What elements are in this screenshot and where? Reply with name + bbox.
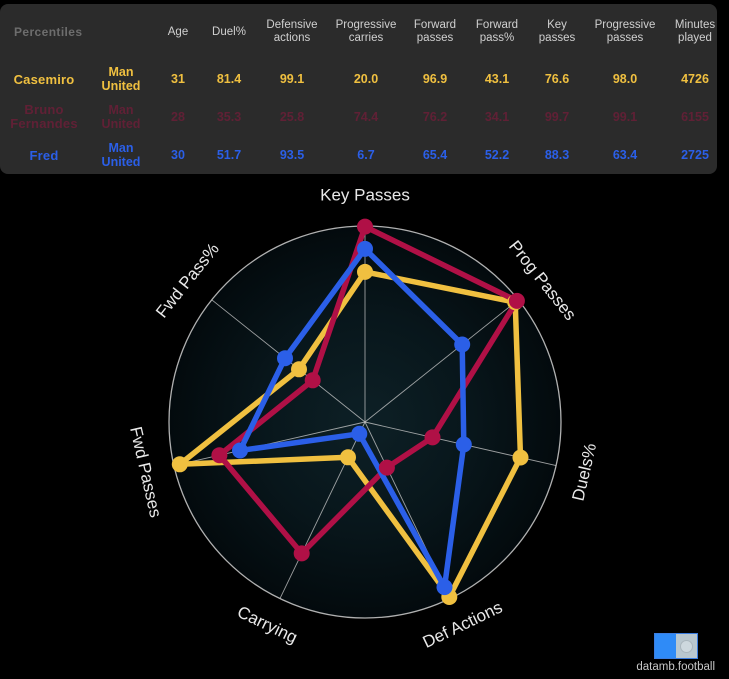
stat-cell: 6155 [681,110,709,124]
radar-data-point [357,218,373,235]
column-header-minutes-played: Minutes played [674,19,716,44]
radar-axis-label: Carrying [234,602,300,647]
radar-data-point [340,449,356,466]
team-line2: United [101,79,141,93]
radar-data-point [304,372,321,389]
team-name-cell: Man United [88,60,154,98]
stat-cell: 76.6 [544,72,570,86]
stat-cell: 76.2 [422,110,448,124]
team-name-cell: Man United [88,136,154,174]
column-header-key-passes: Key passes [538,19,576,44]
radar-data-point [455,436,472,453]
stat-cell: 34.1 [484,110,510,124]
column-header-progressive-passes: Progressive passes [594,19,656,44]
stat-cell: 74.4 [353,110,379,124]
radar-data-point [171,456,188,473]
radar-axis-label: Duels% [569,441,601,502]
radar-axis-label: Fwd Passes [126,425,165,520]
stat-cell: 31 [171,72,185,86]
column-header-forward-pass-pct: Forward pass% [475,19,519,44]
logo-right-half [675,634,697,658]
stat-cell: 99.1 [612,110,638,124]
table-body: Casemiro Man United 31 81.4 99.1 20.0 96.9 43.1 7… [0,60,729,174]
stat-cell: 28 [171,110,185,124]
stat-cell: 2725 [681,148,709,162]
stat-cell: 93.5 [279,148,305,162]
radar-data-point [291,361,307,378]
table-row[interactable]: Fred Man United 30 51.7 93.5 6.7 65.4 52.2 88.3 63… [0,136,729,174]
column-header-age: Age [167,25,189,38]
stat-cell: 65.4 [422,148,448,162]
radar-data-point [454,336,471,353]
logo-left-half [654,634,676,658]
stat-cell: 63.4 [612,148,638,162]
team-line1: Man [108,141,134,155]
player-name-line2: Fernandes [10,116,78,131]
radar-data-point [357,263,373,280]
player-name-cell: Casemiro [13,71,75,87]
radar-data-point [232,442,248,459]
stat-cell: 98.0 [612,72,638,86]
radar-data-point [293,545,310,562]
stat-cell: 4726 [681,72,709,86]
radar-data-point [351,425,368,442]
player-name-cell: Bruno Fernandes [0,98,88,136]
team-name-cell: Man United [88,98,154,136]
percentile-table-panel: Percentiles Age Duel% Defensive actions … [0,4,717,174]
radar-axis-label: Key Passes [320,185,410,204]
stat-cell: 35.3 [216,110,242,124]
radar-data-point [211,447,228,464]
stat-cell: 99.1 [279,72,305,86]
column-header-forward-passes: Forward passes [413,19,457,44]
radar-data-point [277,350,293,367]
team-line2: United [101,155,141,169]
credit-block: datamb.football [636,633,715,673]
stat-cell: 81.4 [216,72,242,86]
radar-data-point [357,240,373,257]
column-header-progressive-carries: Progressive carries [335,19,397,44]
radar-chart: Key Passes Prog Passes Duels% Def Actions Ca… [0,176,729,679]
player-name-line1: Bruno [24,102,64,117]
team-line1: Man [108,65,134,79]
table-header: Percentiles Age Duel% Defensive actions … [0,4,729,60]
datamb-logo-icon[interactable] [653,633,698,659]
team-line1: Man [108,103,134,117]
column-header-defensive-actions: Defensive actions [266,19,318,44]
stat-cell: 99.7 [544,110,570,124]
radar-data-point [512,449,529,466]
table-corner-label: Percentiles [14,24,83,39]
stat-cell: 51.7 [216,148,242,162]
stat-cell: 30 [171,148,185,162]
stat-cell: 43.1 [484,72,510,86]
stat-cell: 20.0 [353,72,379,86]
player-name-cell: Fred [29,147,59,163]
stat-cell: 88.3 [544,148,570,162]
stat-cell: 6.7 [357,148,375,162]
table-row[interactable]: Casemiro Man United 31 81.4 99.1 20.0 96.9 43.1 7… [0,60,729,98]
radar-data-point [424,429,441,446]
column-header-duel-pct: Duel% [212,25,246,38]
stat-cell: 96.9 [422,72,448,86]
stat-cell: 52.2 [484,148,510,162]
percentile-table: Percentiles Age Duel% Defensive actions … [0,4,729,174]
radar-plot-area [168,225,562,619]
radar-data-point [436,579,453,596]
stat-cell: 25.8 [279,110,305,124]
credit-text: datamb.football [636,661,715,673]
table-header-row: Percentiles Age Duel% Defensive actions … [0,4,729,60]
team-line2: United [101,117,141,131]
radar-data-point [508,292,525,309]
table-row[interactable]: Bruno Fernandes Man United 28 35.3 25.8 74.4 76.… [0,98,729,136]
radar-data-point [378,459,395,476]
radar-chart-svg: Key PassesProg PassesDuels%Def ActionsCa… [126,185,601,651]
